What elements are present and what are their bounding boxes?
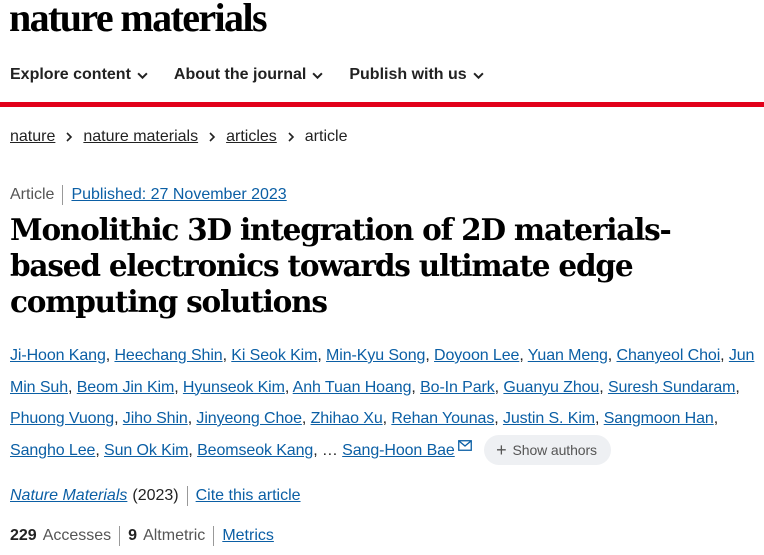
corresponding-author-link[interactable]: Sang-Hoon Bae: [342, 442, 455, 459]
metrics-link[interactable]: Metrics: [222, 527, 274, 545]
main-nav: Explore content About the journal Publis…: [10, 66, 510, 84]
author-link[interactable]: Heechang Shin: [114, 347, 222, 364]
plus-icon: +: [496, 439, 507, 460]
altmetric-label: Altmetric: [143, 527, 206, 544]
author-link[interactable]: Yuan Meng: [528, 347, 608, 364]
nav-about-journal-label: About the journal: [173, 66, 307, 83]
article-metrics: 229 Accesses 9 Altmetric Metrics: [10, 526, 274, 546]
email-icon[interactable]: [457, 439, 472, 451]
nav-explore-content[interactable]: Explore content: [10, 66, 148, 84]
altmetric-count: 9: [128, 527, 138, 544]
nav-explore-content-label: Explore content: [10, 66, 131, 83]
published-date-link[interactable]: Published: 27 November 2023: [71, 186, 286, 204]
author-link[interactable]: Suresh Sundaram: [608, 379, 736, 396]
chevron-right-icon: [66, 132, 73, 142]
author-link[interactable]: Sangho Lee: [10, 442, 95, 459]
author-link[interactable]: Ki Seok Kim: [231, 347, 317, 364]
author-link[interactable]: Zhihao Xu: [311, 410, 383, 427]
author-list: Ji-Hoon Kang, Heechang Shin, Ki Seok Kim…: [10, 340, 762, 466]
author-ellipsis: …: [321, 441, 338, 459]
breadcrumb-nature-materials[interactable]: nature materials: [83, 128, 198, 146]
cite-article-link[interactable]: Cite this article: [196, 487, 301, 505]
author-link[interactable]: Justin S. Kim: [503, 410, 595, 427]
author-link[interactable]: Jinyeong Choe: [196, 410, 302, 427]
chevron-right-icon: [209, 132, 216, 142]
author-link[interactable]: Sangmoon Han: [604, 410, 714, 427]
author-link[interactable]: Ji-Hoon Kang: [10, 347, 106, 364]
author-link[interactable]: Guanyu Zhou: [503, 379, 599, 396]
show-authors-label: Show authors: [512, 441, 598, 458]
author-link[interactable]: Jiho Shin: [123, 410, 188, 427]
author-link[interactable]: Beom Jin Kim: [77, 379, 175, 396]
author-link[interactable]: Hyunseok Kim: [183, 379, 285, 396]
accesses-label: Accesses: [42, 527, 112, 544]
breadcrumb-current: article: [304, 128, 348, 145]
author-link[interactable]: Doyoon Lee: [434, 347, 519, 364]
nav-publish-with-us[interactable]: Publish with us: [349, 66, 484, 84]
journal-name-link[interactable]: Nature Materials: [10, 487, 127, 505]
chevron-down-icon: [473, 72, 484, 79]
author-link[interactable]: Chanyeol Choi: [617, 347, 721, 364]
header-accent-bar: [0, 102, 764, 107]
nav-publish-with-us-label: Publish with us: [349, 66, 467, 83]
author-link[interactable]: Rehan Younas: [391, 410, 494, 427]
journal-citation-row: Nature Materials (2023) Cite this articl…: [10, 486, 301, 506]
site-logo[interactable]: nature materials: [9, 0, 268, 41]
meta-divider: [62, 185, 64, 205]
citation-divider: [186, 486, 188, 506]
publication-year: (2023): [132, 487, 179, 504]
author-link[interactable]: Beomseok Kang: [197, 442, 313, 459]
article-meta: Article Published: 27 November 2023: [10, 185, 287, 205]
breadcrumb: nature nature materials articles article: [10, 128, 347, 146]
author-link[interactable]: Anh Tuan Hoang: [293, 379, 412, 396]
article-title: Monolithic 3D integration of 2D material…: [10, 212, 672, 319]
author-link[interactable]: Min-Kyu Song: [326, 347, 425, 364]
metrics-divider: [119, 526, 121, 546]
chevron-down-icon: [312, 72, 323, 79]
article-type: Article: [10, 186, 55, 203]
author-link[interactable]: Phuong Vuong: [10, 410, 114, 427]
nav-about-journal[interactable]: About the journal: [174, 66, 323, 84]
chevron-right-icon: [288, 132, 294, 142]
breadcrumb-articles[interactable]: articles: [226, 128, 277, 146]
breadcrumb-nature[interactable]: nature: [10, 128, 55, 146]
author-link[interactable]: Sun Ok Kim: [104, 442, 188, 459]
metrics-divider: [213, 526, 215, 546]
author-link[interactable]: Bo-In Park: [420, 379, 495, 396]
show-authors-button[interactable]: + Show authors: [484, 435, 611, 466]
accesses-count: 229: [10, 527, 37, 544]
chevron-down-icon: [137, 72, 148, 79]
